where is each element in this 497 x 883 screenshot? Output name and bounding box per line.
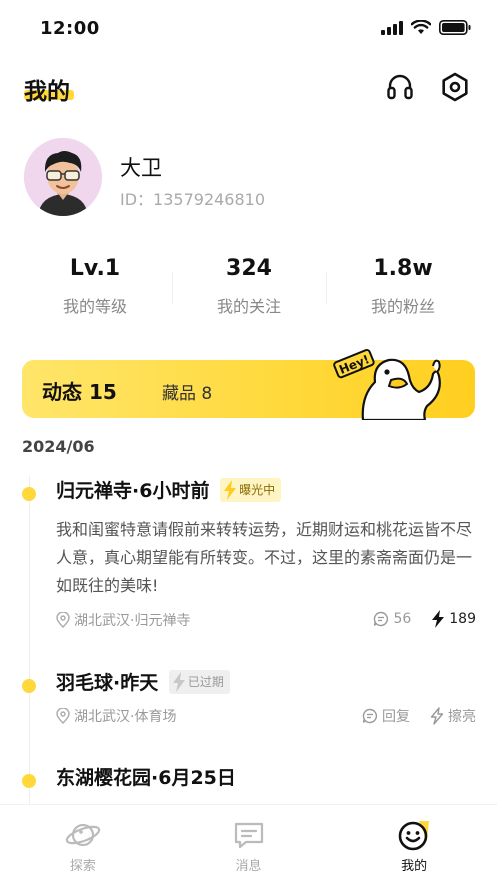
- tab-collections[interactable]: 藏品 8: [162, 379, 212, 404]
- post-meta: 湖北武汉·归元禅寺 56 189: [56, 610, 476, 632]
- planet-icon: [65, 823, 101, 847]
- nav-messages[interactable]: 消息: [166, 805, 332, 883]
- message-icon: [234, 822, 263, 849]
- signal-icon: [381, 20, 403, 35]
- stat-label: 我的等级: [62, 297, 127, 316]
- post-title: 羽毛球·昨天 已过期: [56, 668, 230, 696]
- stats-row: Lv.1 我的等级 324 我的关注 1.8w 我的粉丝: [18, 252, 480, 332]
- polish-button[interactable]: 擦亮: [430, 706, 476, 726]
- duck-mascot-icon: Hey!: [333, 348, 441, 420]
- post-item[interactable]: 东湖樱花园·6月25日: [22, 763, 477, 793]
- location-text: 湖北武汉·体育场: [74, 709, 177, 725]
- nav-label: 我的: [401, 859, 428, 874]
- boost-count: 189: [449, 611, 476, 627]
- smile-icon: [398, 821, 430, 851]
- comments-count: 56: [393, 611, 412, 627]
- post-body: 我和闺蜜特意请假前来转转运势，近期财运和桃花运皆不尽人意，真心期望能有所转变。不…: [56, 520, 473, 595]
- post-item[interactable]: 归元禅寺·6小时前 曝光中 我和闺蜜特意请假前来转转运势，近期财运和桃花运皆不尽…: [22, 476, 477, 636]
- status-badge-text: 已过期: [187, 675, 224, 689]
- stat-label: 我的关注: [216, 297, 281, 316]
- profile-card[interactable]: 大卫 ID：13579246810: [24, 138, 474, 220]
- headphones-icon: [387, 74, 413, 100]
- post-title-text: 羽毛球·昨天: [56, 672, 159, 694]
- lightning-icon: [172, 671, 185, 692]
- status-bar: 12:00: [0, 0, 497, 58]
- stat-value: 324: [226, 256, 272, 281]
- location-text: 湖北武汉·归元禅寺: [74, 613, 191, 629]
- stat-following[interactable]: 324 我的关注: [172, 252, 326, 332]
- user-id: ID：13579246810: [120, 190, 266, 209]
- timeline-dot: [22, 487, 36, 501]
- post-actions: 回复 擦亮: [362, 706, 476, 726]
- status-time: 12:00: [40, 18, 100, 39]
- timeline-dot: [22, 774, 36, 788]
- location-pin-icon: [56, 708, 70, 724]
- date-group-header: 2024/06: [22, 437, 95, 456]
- post-actions: 56 189: [373, 610, 476, 628]
- reply-button[interactable]: 回复: [362, 706, 410, 726]
- post-title: 归元禅寺·6小时前 曝光中: [56, 476, 282, 504]
- stat-level[interactable]: Lv.1 我的等级: [18, 252, 172, 332]
- stat-value: 1.8w: [373, 256, 433, 281]
- stat-label: 我的粉丝: [370, 297, 435, 316]
- nav-label: 消息: [235, 859, 262, 874]
- comment-icon: [362, 708, 378, 724]
- nav-explore[interactable]: 探索: [0, 805, 166, 883]
- location: 湖北武汉·体育场: [56, 706, 176, 726]
- settings-button[interactable]: [438, 70, 472, 104]
- location-pin-icon: [56, 612, 70, 628]
- comment-icon: [374, 611, 389, 627]
- page-title: 我的: [24, 79, 70, 105]
- nav-mine[interactable]: 我的: [331, 805, 497, 883]
- timeline-dot: [22, 679, 36, 693]
- comments-button[interactable]: 56: [373, 611, 411, 627]
- polish-label: 擦亮: [448, 709, 476, 725]
- status-badge: 曝光中: [220, 477, 282, 502]
- tab-posts[interactable]: 动态 15: [42, 376, 117, 405]
- avatar[interactable]: [24, 138, 102, 216]
- status-badge: 已过期: [168, 669, 230, 694]
- wifi-icon: [411, 20, 431, 34]
- bottom-navigation: 探索 消息 我的: [0, 804, 497, 883]
- post-item[interactable]: 羽毛球·昨天 已过期 湖北武汉·体育场 回复 擦亮: [22, 668, 477, 728]
- boost-button[interactable]: 189: [431, 610, 476, 628]
- post-title: 东湖樱花园·6月25日: [56, 763, 236, 790]
- lightning-icon: [224, 479, 237, 500]
- stat-value: Lv.1: [69, 256, 121, 281]
- battery-icon: [439, 20, 471, 35]
- lightning-outline-icon: [430, 707, 444, 725]
- post-title-text: 东湖樱花园·6月25日: [56, 767, 236, 789]
- user-name: 大卫: [120, 156, 162, 180]
- nav-label: 探索: [69, 859, 96, 874]
- stat-followers[interactable]: 1.8w 我的粉丝: [326, 252, 480, 332]
- status-icons: [381, 20, 471, 35]
- customer-service-button[interactable]: [383, 70, 417, 104]
- settings-hexagon-icon: [442, 72, 468, 102]
- header: 我的: [0, 58, 497, 118]
- post-title-text: 归元禅寺·6小时前: [56, 480, 210, 502]
- avatar-image: [24, 138, 102, 216]
- content-tabs-banner: 动态 15 藏品 8 Hey!: [22, 348, 475, 420]
- status-badge-text: 曝光中: [239, 483, 276, 497]
- lightning-icon: [432, 610, 445, 628]
- post-meta: 湖北武汉·体育场 回复 擦亮: [56, 706, 476, 728]
- reply-label: 回复: [382, 709, 410, 725]
- location: 湖北武汉·归元禅寺: [56, 610, 190, 630]
